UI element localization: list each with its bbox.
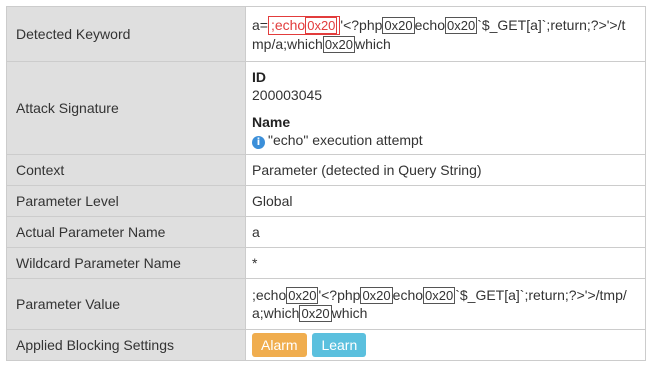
keyword-highlight: ;echo 0x20 <box>267 15 341 35</box>
row-applied-blocking-settings: Applied Blocking Settings Alarm Learn <box>6 329 646 361</box>
context-label: Context <box>6 154 246 186</box>
param-text: `$_GET[a]`;return;?>'>/tmp/ <box>455 287 627 303</box>
row-actual-parameter-name: Actual Parameter Name a <box>6 216 646 248</box>
signature-name-row: i "echo" execution attempt <box>252 131 639 149</box>
param-text: ;echo <box>252 287 287 303</box>
keyword-text: `$_GET[a]`;return;?>'>/t <box>477 16 626 33</box>
hex-token: 0x20 <box>360 287 393 304</box>
hex-token: 0x20 <box>382 16 415 34</box>
applied-blocking-settings-value: Alarm Learn <box>245 329 646 361</box>
attack-signature-label: Attack Signature <box>6 61 246 155</box>
signature-name-label: Name <box>252 114 291 130</box>
learn-button[interactable]: Learn <box>312 333 367 357</box>
hex-token: 0x20 <box>305 16 338 34</box>
hex-token: 0x20 <box>444 16 478 34</box>
info-icon[interactable]: i <box>252 136 265 149</box>
keyword-highlight-text: ;echo <box>270 16 306 33</box>
row-detected-keyword: Detected Keyword a= ;echo 0x20 '<?php 0x20 ec… <box>6 6 646 62</box>
alarm-button[interactable]: Alarm <box>252 333 307 357</box>
keyword-prefix: a= <box>252 16 268 33</box>
row-parameter-level: Parameter Level Global <box>6 185 646 217</box>
signature-id-label: ID <box>252 69 266 85</box>
detected-keyword-value: a= ;echo 0x20 '<?php 0x20 echo 0x20 `$_GET[a]`;… <box>245 6 646 62</box>
signature-id-value: 200003045 <box>252 87 323 103</box>
row-attack-signature: Attack Signature ID 200003045 Name i "ech… <box>6 61 646 155</box>
hex-token: 0x20 <box>423 287 456 304</box>
hex-token: 0x20 <box>322 35 356 53</box>
parameter-value-label: Parameter Value <box>6 278 246 330</box>
parameter-level-label: Parameter Level <box>6 185 246 217</box>
actual-parameter-name-value: a <box>245 216 646 248</box>
context-value: Parameter (detected in Query String) <box>245 154 646 186</box>
wildcard-parameter-name-label: Wildcard Parameter Name <box>6 247 246 279</box>
wildcard-parameter-name-value: * <box>245 247 646 279</box>
keyword-text: echo <box>414 16 445 33</box>
param-text: which <box>331 305 368 321</box>
detected-keyword-label: Detected Keyword <box>6 6 246 62</box>
signature-name-value: "echo" execution attempt <box>268 132 423 148</box>
param-text: '<?php <box>318 287 361 303</box>
parameter-level-value: Global <box>245 185 646 217</box>
parameter-value-value: ;echo 0x20 '<?php 0x20 echo 0x20 `$_GET[a]`;re… <box>245 278 646 330</box>
row-wildcard-parameter-name: Wildcard Parameter Name * <box>6 247 646 279</box>
param-text: a;which <box>252 305 300 321</box>
hex-token: 0x20 <box>299 305 332 322</box>
hex-token: 0x20 <box>286 287 319 304</box>
row-parameter-value: Parameter Value ;echo 0x20 '<?php 0x20 echo 0… <box>6 278 646 330</box>
actual-parameter-name-label: Actual Parameter Name <box>6 216 246 248</box>
row-context: Context Parameter (detected in Query Str… <box>6 154 646 186</box>
keyword-text: '<?php <box>340 16 383 33</box>
keyword-text: which <box>355 35 391 52</box>
attack-signature-value: ID 200003045 Name i "echo" execution atte… <box>245 61 646 155</box>
violation-details-table: Detected Keyword a= ;echo 0x20 '<?php 0x20 ec… <box>6 6 646 361</box>
keyword-text: mp/a;which <box>252 35 323 52</box>
applied-blocking-settings-label: Applied Blocking Settings <box>6 329 246 361</box>
param-text: echo <box>392 287 424 303</box>
